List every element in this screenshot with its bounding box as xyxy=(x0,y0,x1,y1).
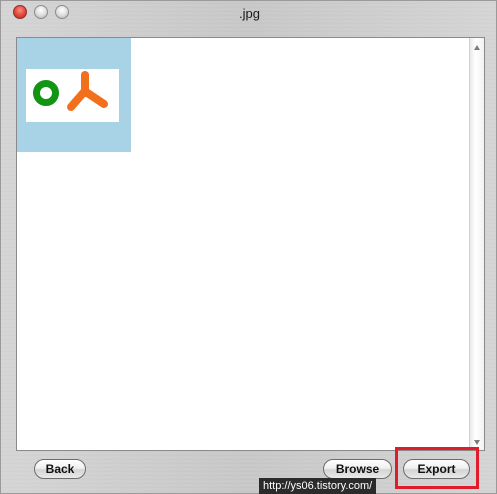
vertical-scrollbar[interactable] xyxy=(469,38,484,450)
watermark-url: http://ys06.tistory.com/ xyxy=(259,478,377,494)
logo-green-circle xyxy=(33,80,59,106)
thumbnail-image xyxy=(26,69,119,122)
window-title: .jpg xyxy=(239,6,260,21)
export-highlight-box xyxy=(395,447,479,489)
browse-button[interactable]: Browse xyxy=(323,459,392,479)
image-browser-pane xyxy=(16,37,485,451)
scroll-up-arrow-icon[interactable] xyxy=(474,45,480,50)
logo-image xyxy=(33,71,108,111)
scroll-down-arrow-icon[interactable] xyxy=(474,440,480,445)
logo-orange-left-leg xyxy=(67,88,88,111)
image-thumbnail[interactable] xyxy=(17,38,131,152)
logo-orange-right-leg xyxy=(82,88,108,108)
back-button[interactable]: Back xyxy=(34,459,86,479)
app-window: .jpg Back Browse Export http://ys06.tist… xyxy=(0,0,497,494)
title-bar: .jpg xyxy=(1,1,497,25)
